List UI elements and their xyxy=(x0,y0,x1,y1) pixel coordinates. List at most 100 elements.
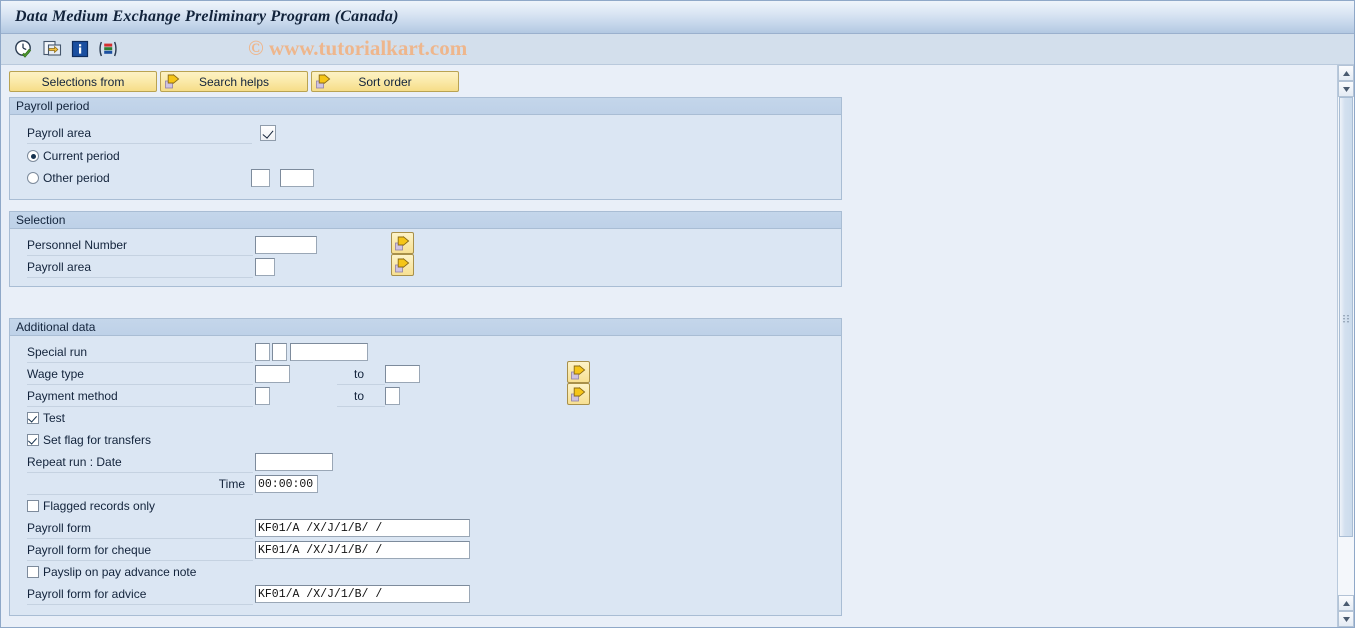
sort-order-button[interactable]: Sort order xyxy=(311,71,459,92)
payment-method-to-input[interactable] xyxy=(385,387,400,405)
vertical-scrollbar[interactable] xyxy=(1337,65,1354,627)
grip-dots-icon xyxy=(1342,313,1350,322)
selection-screen-button-row: Selections from Search helps Sort order xyxy=(9,71,1337,92)
payroll-form-cheque-input[interactable] xyxy=(255,541,470,559)
row-repeat-run-time: Time xyxy=(10,473,841,495)
other-period-label: Other period xyxy=(43,171,110,185)
special-run-input-3[interactable] xyxy=(290,343,368,361)
payslip-on-pay-advance-note-label: Payslip on pay advance note xyxy=(43,565,197,579)
scroll-down-button-top[interactable] xyxy=(1338,81,1354,97)
row-set-flag-for-transfers[interactable]: Set flag for transfers xyxy=(10,429,841,451)
window-title-bar: Data Medium Exchange Preliminary Program… xyxy=(1,1,1354,34)
row-other-period[interactable]: Other period xyxy=(10,167,841,189)
payroll-form-input[interactable] xyxy=(255,519,470,537)
wage-type-from-input[interactable] xyxy=(255,365,290,383)
row-personnel-number: Personnel Number xyxy=(10,232,841,256)
scroll-up-button-top[interactable] xyxy=(1338,65,1354,81)
payroll-form-advice-input[interactable] xyxy=(255,585,470,603)
payroll-form-advice-label: Payroll form for advice xyxy=(27,584,253,605)
scroll-down-button-bottom[interactable] xyxy=(1338,611,1354,627)
payroll-form-cheque-label: Payroll form for cheque xyxy=(27,540,253,561)
payroll-area-label: Payroll area xyxy=(27,123,252,144)
group-selection-title: Selection xyxy=(16,213,66,227)
payroll-area-value-help-button[interactable] xyxy=(260,125,276,141)
repeat-run-time-label: Time xyxy=(27,474,253,495)
test-label: Test xyxy=(43,411,66,425)
row-wage-type: Wage type to xyxy=(10,361,841,385)
payment-method-from-input[interactable] xyxy=(255,387,270,405)
wage-type-multiple-selection-button[interactable] xyxy=(567,361,590,383)
payment-method-label: Payment method xyxy=(27,386,253,407)
flagged-records-only-checkbox[interactable] xyxy=(27,500,39,512)
search-helps-label: Search helps xyxy=(198,74,270,89)
selections-from-label: Selections from xyxy=(41,74,125,89)
group-additional-data-header: Additional data xyxy=(10,319,841,336)
selection-screen: Selections from Search helps Sort order … xyxy=(1,65,1337,627)
row-test[interactable]: Test xyxy=(10,407,841,429)
scrollbar-thumb[interactable] xyxy=(1339,97,1353,537)
set-flag-for-transfers-label: Set flag for transfers xyxy=(43,433,152,447)
group-selection-header: Selection xyxy=(10,212,841,229)
selection-payroll-area-multiple-selection-button[interactable] xyxy=(391,254,414,276)
row-flagged-records-only[interactable]: Flagged records only xyxy=(10,495,841,517)
row-payslip-on-pay-advance-note[interactable]: Payslip on pay advance note xyxy=(10,561,841,583)
wage-type-to-input[interactable] xyxy=(385,365,420,383)
info-icon[interactable] xyxy=(70,39,91,59)
arrow-right-icon xyxy=(316,73,331,89)
group-selection: Selection Personnel Number Payroll area xyxy=(9,211,842,287)
row-payroll-form-cheque: Payroll form for cheque xyxy=(10,539,841,561)
row-selection-payroll-area: Payroll area xyxy=(10,254,841,278)
row-special-run: Special run xyxy=(10,341,841,363)
page-title: Data Medium Exchange Preliminary Program… xyxy=(15,8,399,25)
row-payroll-form: Payroll form xyxy=(10,517,841,539)
special-run-input-2[interactable] xyxy=(272,343,287,361)
payroll-form-label: Payroll form xyxy=(27,518,253,539)
watermark-text: © www.tutorialkart.com xyxy=(248,36,468,60)
selection-payroll-area-label: Payroll area xyxy=(27,257,253,278)
row-payment-method: Payment method to xyxy=(10,383,841,407)
row-repeat-run-date: Repeat run : Date xyxy=(10,451,841,473)
current-period-label: Current period xyxy=(43,149,120,163)
current-period-radio[interactable] xyxy=(27,150,39,162)
application-toolbar: © www.tutorialkart.com xyxy=(1,34,1354,65)
copy-variant-icon[interactable] xyxy=(42,39,63,59)
row-payroll-area: Payroll area xyxy=(10,121,841,145)
personnel-number-multiple-selection-button[interactable] xyxy=(391,232,414,254)
group-payroll-period-body: Payroll area Current period Other period xyxy=(10,115,841,198)
scroll-up-button-bottom[interactable] xyxy=(1338,595,1354,611)
personnel-number-input[interactable] xyxy=(255,236,317,254)
special-run-label: Special run xyxy=(27,342,253,363)
other-period-input-1[interactable] xyxy=(251,169,270,187)
other-period-radio[interactable] xyxy=(27,172,39,184)
special-run-input-1[interactable] xyxy=(255,343,270,361)
selection-payroll-area-input[interactable] xyxy=(255,258,275,276)
execute-clock-check-icon[interactable] xyxy=(14,39,35,59)
scrollbar-track[interactable] xyxy=(1338,97,1354,595)
row-current-period[interactable]: Current period xyxy=(10,145,841,167)
payslip-on-pay-advance-note-checkbox[interactable] xyxy=(27,566,39,578)
arrow-right-icon xyxy=(165,73,180,89)
payment-method-to-label: to xyxy=(337,386,385,407)
column-variant-icon[interactable] xyxy=(98,39,119,59)
payment-method-multiple-selection-button[interactable] xyxy=(567,383,590,405)
group-payroll-period: Payroll period Payroll area Current peri… xyxy=(9,97,842,200)
group-payroll-period-title: Payroll period xyxy=(16,99,90,113)
test-checkbox[interactable] xyxy=(27,412,39,424)
group-additional-data-title: Additional data xyxy=(16,320,96,334)
wage-type-label: Wage type xyxy=(27,364,253,385)
row-payroll-form-advice: Payroll form for advice xyxy=(10,583,841,605)
sap-window: Data Medium Exchange Preliminary Program… xyxy=(0,0,1355,628)
resize-grip-icon xyxy=(1349,397,1354,413)
repeat-run-date-input[interactable] xyxy=(255,453,333,471)
set-flag-for-transfers-checkbox[interactable] xyxy=(27,434,39,446)
other-period-input-2[interactable] xyxy=(280,169,314,187)
repeat-run-time-input[interactable] xyxy=(255,475,318,493)
group-additional-data: Additional data Special run Wage type to… xyxy=(9,318,842,616)
window-body: Selections from Search helps Sort order … xyxy=(1,65,1354,627)
search-helps-button[interactable]: Search helps xyxy=(160,71,308,92)
sort-order-label: Sort order xyxy=(358,74,412,89)
selections-from-button[interactable]: Selections from xyxy=(9,71,157,92)
group-payroll-period-header: Payroll period xyxy=(10,98,841,115)
group-additional-data-body: Special run Wage type to Payment method … xyxy=(10,336,841,614)
personnel-number-label: Personnel Number xyxy=(27,235,253,256)
